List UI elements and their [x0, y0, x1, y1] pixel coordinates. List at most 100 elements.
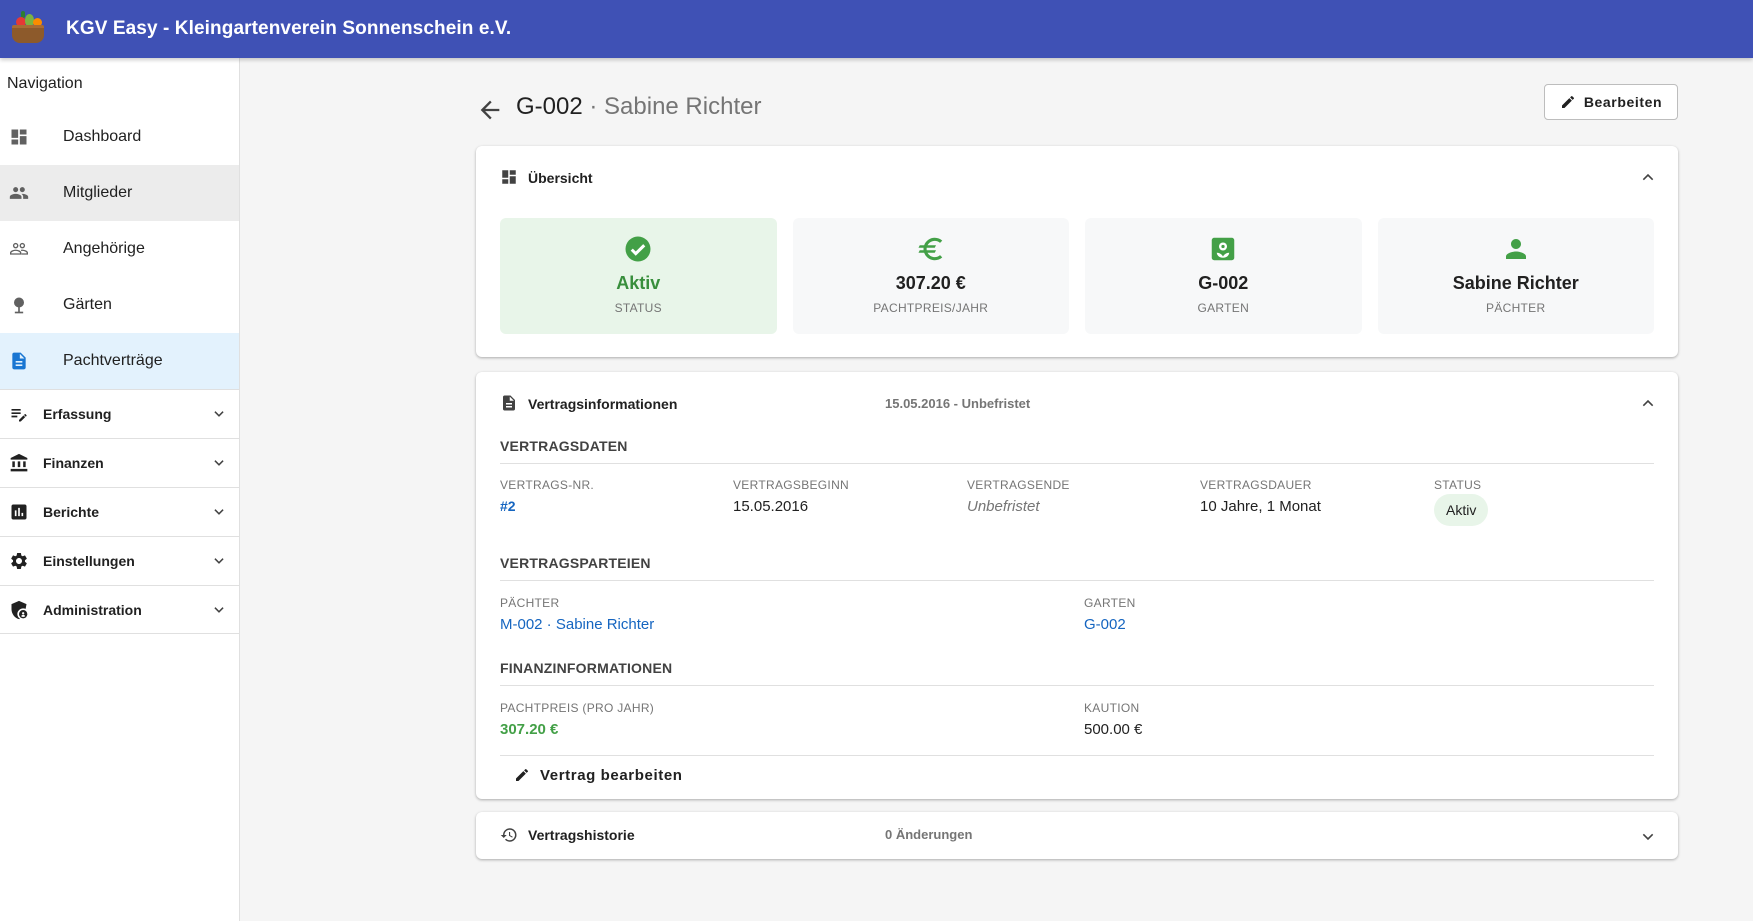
history-subtitle: 0 Änderungen: [885, 827, 973, 842]
edit-contract-button[interactable]: Vertrag bearbeiten: [506, 757, 691, 793]
garden-card: G-002 GARTEN: [1085, 218, 1362, 334]
person-icon: [1505, 239, 1526, 259]
contract-panel-header[interactable]: Vertragsinformationen 15.05.2016 - Unbef…: [476, 372, 1678, 436]
chevron-down-icon: [214, 460, 224, 466]
sidebar-group-label: Einstellungen: [43, 553, 135, 569]
contract-title: Vertragsinformationen: [528, 396, 678, 412]
contract-end-label: VERTRAGSENDE: [967, 478, 1070, 492]
page-title-id: G-002: [516, 93, 583, 120]
page-title-separator: ·: [582, 93, 605, 120]
sidebar-item-label: Gärten: [63, 296, 112, 313]
contract-start-value: 15.05.2016: [733, 498, 809, 515]
rent-card: 307.20 € PACHTPREIS/JAHR: [792, 218, 1069, 334]
status-card-label: STATUS: [614, 301, 662, 315]
contract-duration-label: VERTRAGSDAUER: [1200, 478, 1312, 492]
sidebar-item-label: Mitglieder: [63, 184, 133, 201]
sidebar-item-label: Dashboard: [63, 128, 142, 145]
edit-list-icon: [11, 409, 27, 422]
sidebar-group-label: Finanzen: [43, 455, 104, 471]
history-panel-header[interactable]: Vertragshistorie 0 Änderungen: [476, 812, 1678, 859]
dashboard-icon: [502, 170, 516, 184]
euro-icon: [918, 237, 942, 261]
app-title: KGV Easy - Kleingartenverein Sonnenschei…: [66, 18, 512, 39]
chevron-down-icon: [214, 607, 224, 613]
rent-card-label: PACHTPREIS/JAHR: [873, 301, 989, 315]
dashboard-icon: [11, 129, 27, 145]
contract-end-value: Unbefristet: [967, 498, 1040, 515]
back-arrow-icon[interactable]: [476, 96, 504, 124]
sidebar-item-dashboard[interactable]: Dashboard: [0, 109, 239, 165]
status-card: Aktiv STATUS: [500, 218, 777, 334]
history-title: Vertragshistorie: [528, 827, 635, 843]
garden-card-value: G-002: [1198, 273, 1249, 293]
chevron-down-icon[interactable]: [1640, 829, 1656, 845]
status-badge: Aktiv: [1434, 494, 1489, 526]
gear-icon: [11, 553, 27, 569]
rent-value: 307.20 €: [500, 721, 559, 738]
contract-number-link[interactable]: #2: [500, 498, 516, 514]
sidebar-group-administration[interactable]: Administration: [0, 585, 239, 634]
edit-button[interactable]: Bearbeiten: [1544, 84, 1678, 120]
app-bar: KGV Easy - Kleingartenverein Sonnenschei…: [0, 0, 1753, 58]
contract-data-heading: VERTRAGSDATEN: [500, 438, 628, 454]
pencil-icon: [516, 768, 529, 781]
sidebar-group-erfassung[interactable]: Erfassung: [0, 389, 239, 438]
sidebar-group-label: Erfassung: [43, 406, 112, 422]
history-panel: Vertragshistorie 0 Änderungen: [476, 812, 1678, 859]
chevron-down-icon: [214, 411, 224, 417]
sidebar-item-gaerten[interactable]: Gärten: [0, 277, 239, 333]
rent-card-value: 307.20 €: [895, 273, 966, 293]
check-circle-icon: [625, 236, 651, 262]
divider: [500, 463, 1654, 464]
contract-start-label: VERTRAGSBEGINN: [733, 478, 850, 492]
page-header: G-002 · Sabine Richter Bearbeiten: [476, 84, 1678, 134]
divider: [500, 685, 1654, 686]
finance-heading: FINANZINFORMATIONEN: [500, 660, 673, 676]
garden-icon: [14, 297, 24, 314]
status-card-value: Aktiv: [616, 273, 661, 293]
garden-label: GARTEN: [1084, 596, 1136, 610]
divider: [500, 580, 1654, 581]
garden-link[interactable]: G-002: [1084, 616, 1126, 633]
overview-title: Übersicht: [528, 170, 593, 186]
tenant-label: PÄCHTER: [500, 596, 560, 610]
history-icon: [500, 828, 517, 842]
bank-icon: [10, 453, 28, 472]
sidebar-group-label: Administration: [43, 601, 142, 618]
deposit-label: KAUTION: [1084, 701, 1140, 715]
contract-duration-value: 10 Jahre, 1 Monat: [1200, 498, 1321, 515]
edit-contract-label: Vertrag bearbeiten: [540, 766, 683, 784]
garden-plot-icon: [1212, 237, 1235, 261]
contract-status-label: STATUS: [1434, 478, 1482, 492]
sidebar-item-mitglieder[interactable]: Mitglieder: [0, 165, 239, 221]
chevron-up-icon[interactable]: [1640, 395, 1656, 411]
contract-icon: [12, 352, 26, 370]
overview-panel: Übersicht Aktiv STATUS 307.20 € PACHTPRE…: [476, 146, 1678, 357]
tenant-link[interactable]: M-002 · Sabine Richter: [500, 616, 654, 633]
garden-card-label: GARTEN: [1197, 301, 1250, 315]
tenant-card-label: PÄCHTER: [1486, 301, 1546, 315]
sidebar-group-einstellungen[interactable]: Einstellungen: [0, 536, 239, 585]
main-content: G-002 · Sabine Richter Bearbeiten Übersi…: [241, 58, 1753, 921]
sidebar-item-angehoerige[interactable]: Angehörige: [0, 221, 239, 277]
sidebar-item-pachtvertraege[interactable]: Pachtverträge: [0, 333, 239, 389]
sidebar: Navigation Dashboard Mitglieder Angehöri…: [0, 58, 240, 921]
overview-panel-header[interactable]: Übersicht: [476, 146, 1678, 210]
chart-icon: [11, 504, 27, 520]
overview-cards: Aktiv STATUS 307.20 € PACHTPREIS/JAHR G-…: [500, 218, 1654, 334]
app-logo: [10, 11, 46, 47]
sidebar-heading: Navigation: [7, 75, 83, 92]
page-title-name: Sabine Richter: [604, 93, 762, 120]
admin-shield-icon: [11, 600, 28, 620]
sidebar-group-label: Berichte: [43, 504, 100, 520]
sidebar-group-berichte[interactable]: Berichte: [0, 487, 239, 536]
sidebar-item-label: Angehörige: [63, 240, 145, 257]
rent-label: PACHTPREIS (PRO JAHR): [500, 701, 655, 715]
chevron-down-icon: [214, 558, 224, 564]
divider: [500, 755, 1654, 756]
sidebar-group-finanzen[interactable]: Finanzen: [0, 438, 239, 487]
chevron-up-icon[interactable]: [1640, 169, 1656, 185]
chevron-down-icon: [214, 509, 224, 515]
contract-parties-heading: VERTRAGSPARTEIEN: [500, 555, 651, 571]
contract-panel: Vertragsinformationen 15.05.2016 - Unbef…: [476, 372, 1678, 799]
